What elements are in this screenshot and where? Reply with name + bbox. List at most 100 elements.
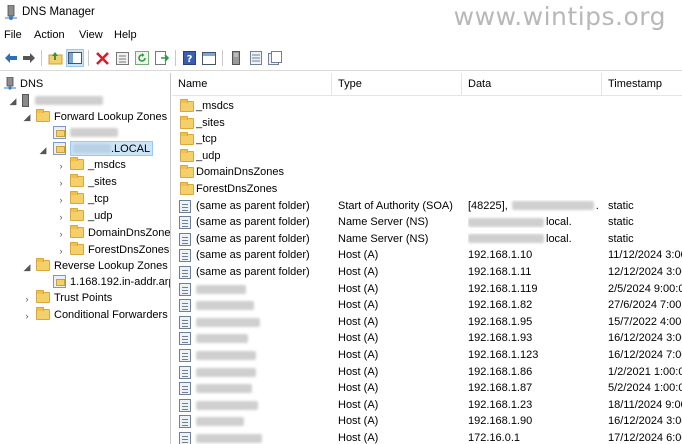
record-row[interactable]: (same as parent folder) Host (A) 192.168.1… [172,247,682,264]
tree-node-sites[interactable]: _sites [70,173,117,190]
tree-node-zone-msdcs[interactable] [53,124,118,141]
record-row[interactable]: Host (A) 192.168.1.86 1/2/2021 1:00:00 [172,364,682,381]
redacted-record-name [196,284,246,294]
server-icon[interactable] [227,49,245,67]
console-tree: DNS ◢ ◢ Forward Lookup Zones ◢ .LOCAL › … [0,73,171,444]
tree-node-reverse-lookup-zones[interactable]: Reverse Lookup Zones [36,257,168,274]
back-arrow-icon[interactable] [2,49,20,67]
tree-node-dns[interactable]: DNS [4,75,43,92]
expand-caret-icon[interactable]: › [22,294,32,304]
show-hide-tree-icon[interactable] [66,49,84,67]
tree-node-reverse-zone[interactable]: 1.168.192.in-addr.arpa [53,273,170,290]
collapse-caret-icon[interactable]: ◢ [22,262,32,272]
record-row[interactable]: Host (A) 192.168.1.90 16/12/2024 3:00: [172,413,682,430]
expand-caret-icon[interactable]: › [56,161,66,171]
tree-node-msdcs[interactable]: _msdcs [70,156,126,173]
refresh-icon[interactable] [133,49,151,67]
collapse-caret-icon[interactable]: ◢ [8,96,18,106]
record-data-value: 192.168.1.23 [468,398,533,411]
record-timestamp: 16/12/2024 3:00: [608,415,682,428]
record-row[interactable]: Host (A) 192.168.1.23 18/11/2024 9:00: [172,397,682,414]
menu-bar: File Action View Help [0,26,682,44]
record-data-value: 192.168.1.86 [468,365,533,378]
folder-icon [70,157,84,170]
export-list-icon[interactable] [153,49,171,67]
column-header-type[interactable]: Type [332,73,462,95]
collapse-caret-icon[interactable]: ◢ [22,112,32,122]
column-header-data[interactable]: Data [462,73,602,95]
column-header-timestamp[interactable]: Timestamp [602,73,682,95]
record-row[interactable]: Host (A) 172.16.0.1 17/12/2024 6:00: [172,430,682,444]
folder-row[interactable]: _msdcs [172,98,682,115]
collapse-caret-icon[interactable]: ◢ [38,145,48,155]
record-row[interactable]: (same as parent folder) Host (A) 192.168.1… [172,264,682,281]
tree-node-udp[interactable]: _udp [70,207,112,224]
records-icon[interactable] [266,49,284,67]
record-data: 192.168.1.119 [468,283,603,295]
tree-node-local-zone[interactable]: .LOCAL [53,140,154,157]
expand-caret-icon[interactable]: › [56,178,66,188]
redacted-server-name [35,96,103,105]
folder-icon [180,132,194,146]
folder-name: _tcp [196,133,217,146]
record-type: Host (A) [338,332,379,345]
expand-caret-icon[interactable]: › [56,229,66,239]
folder-row[interactable]: _udp [172,148,682,165]
record-timestamp: 16/12/2024 3:00: [608,332,682,345]
record-row[interactable]: Host (A) 192.168.1.119 2/5/2024 9:00:00 [172,281,682,298]
tree-node-server[interactable] [22,92,103,109]
record-name: (same as parent folder) [196,232,310,245]
expand-caret-icon[interactable]: › [56,212,66,222]
column-header-name[interactable]: Name [172,73,332,95]
folder-icon [180,115,194,129]
record-row[interactable]: Host (A) 192.168.1.87 5/2/2024 1:00:00 [172,380,682,397]
record-row[interactable]: (same as parent folder) Name Server (NS) l… [172,231,682,248]
records-list: Name Type Data Timestamp _msdcs _sites _tc… [172,73,682,444]
title-bar: DNS Manager www.wintips.org [0,0,682,31]
record-data: 192.168.1.82 [468,299,603,311]
expand-caret-icon[interactable]: › [22,311,32,321]
tree-node-domaindnszones[interactable]: DomainDnsZones [70,224,170,241]
tree-node-trust-points[interactable]: Trust Points [36,289,112,306]
menu-action[interactable]: Action [34,29,65,41]
console-icon[interactable] [200,49,218,67]
delete-icon[interactable] [93,49,111,67]
record-data: 192.168.1.95 [468,316,603,328]
tree-node-forestdnszones[interactable]: ForestDnsZones [70,241,169,258]
dns-record-icon [179,415,191,429]
help-icon[interactable]: ? [180,49,198,67]
folder-row[interactable]: _tcp [172,131,682,148]
expand-caret-icon[interactable]: › [56,246,66,256]
list-icon[interactable] [247,49,265,67]
record-timestamp: static [608,232,634,245]
record-row[interactable]: (same as parent folder) Name Server (NS) l… [172,214,682,231]
tree-node-conditional-forwarders[interactable]: Conditional Forwarders [36,306,168,323]
record-row[interactable]: Host (A) 192.168.1.93 16/12/2024 3:00: [172,330,682,347]
menu-file[interactable]: File [4,29,22,41]
record-row[interactable]: Host (A) 192.168.1.123 16/12/2024 7:00: [172,347,682,364]
folder-row[interactable]: DomainDnsZones [172,164,682,181]
record-row[interactable]: Host (A) 192.168.1.95 15/7/2022 4:00:0 [172,314,682,331]
menu-help[interactable]: Help [114,29,137,41]
record-data: 192.168.1.87 [468,382,603,394]
folder-row[interactable]: ForestDnsZones [172,181,682,198]
dns-record-icon [179,299,191,313]
expand-caret-icon[interactable]: › [56,195,66,205]
record-name: (same as parent folder) [196,216,310,229]
svg-text:?: ? [186,54,192,65]
tree-label-conditional-forwarders: Conditional Forwarders [54,308,168,321]
up-folder-icon[interactable] [46,49,64,67]
properties-icon[interactable] [113,49,131,67]
selected-zone-label[interactable]: .LOCAL [70,141,154,156]
record-row[interactable]: Host (A) 192.168.1.82 27/6/2024 7:00:0 [172,297,682,314]
tree-node-forward-lookup-zones[interactable]: Forward Lookup Zones [36,108,167,125]
menu-view[interactable]: View [79,29,103,41]
folder-row[interactable]: _sites [172,115,682,132]
record-data-value: 192.168.1.87 [468,382,533,395]
record-type: Host (A) [338,415,379,428]
record-row[interactable]: (same as parent folder) Start of Authorit… [172,198,682,215]
tree-node-tcp[interactable]: _tcp [70,190,109,207]
record-data-value: 192.168.1.95 [468,315,533,328]
record-name: (same as parent folder) [196,266,310,278]
forward-arrow-icon[interactable] [20,49,38,67]
